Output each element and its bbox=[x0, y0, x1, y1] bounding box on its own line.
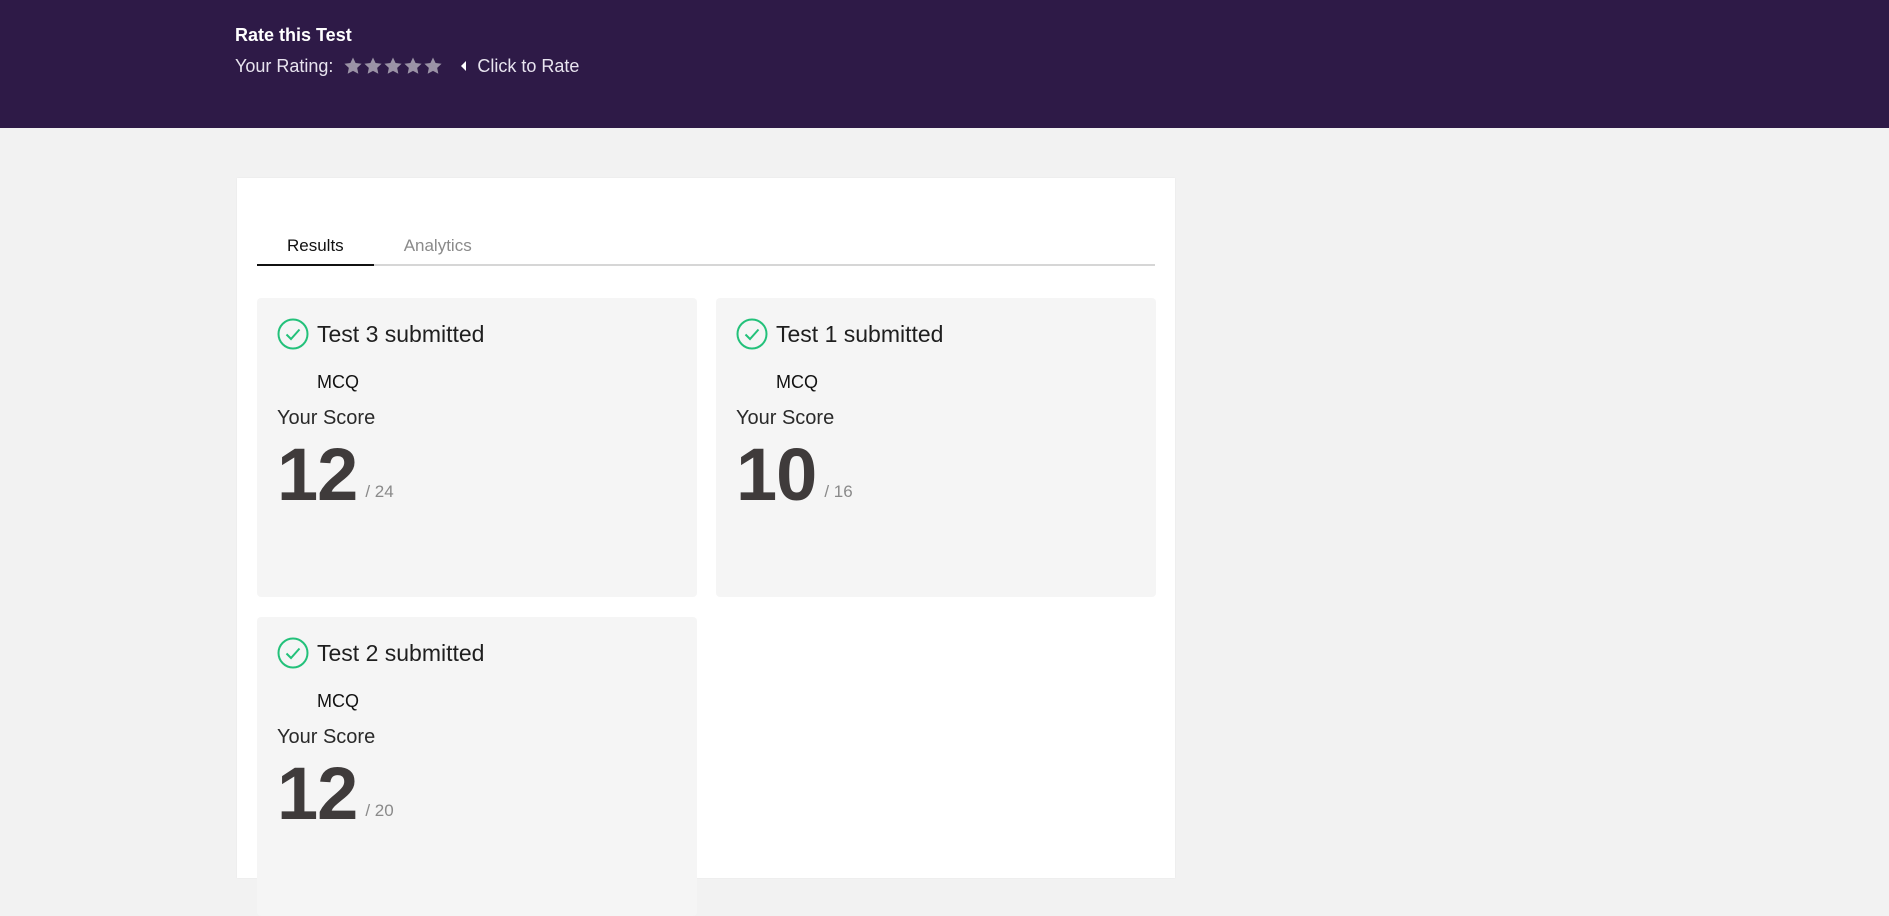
score-total: / 24 bbox=[365, 482, 394, 501]
check-circle-icon bbox=[277, 318, 309, 350]
result-type: MCQ bbox=[317, 372, 359, 392]
score-label: Your Score bbox=[277, 726, 376, 748]
result-card: Test 3 submitted MCQ Your Score 12 / 24 bbox=[257, 298, 697, 597]
score-total: / 16 bbox=[824, 482, 853, 501]
result-title: Test 1 submitted bbox=[776, 320, 944, 347]
result-title: Test 2 submitted bbox=[317, 639, 485, 666]
rating-row: Your Rating: Click to Rate bbox=[235, 55, 579, 77]
tab-results[interactable]: Results bbox=[257, 234, 374, 266]
tab-bar: Results Analytics bbox=[257, 234, 1155, 266]
result-header: Test 3 submitted bbox=[277, 318, 484, 350]
star-icon[interactable] bbox=[383, 56, 403, 76]
rating-header: Rate this Test Your Rating: Click to Rat… bbox=[0, 0, 1889, 128]
tab-analytics[interactable]: Analytics bbox=[374, 234, 502, 266]
click-to-rate-label: Click to Rate bbox=[477, 55, 580, 76]
result-type: MCQ bbox=[317, 691, 359, 711]
result-title: Test 3 submitted bbox=[317, 320, 485, 347]
click-to-rate[interactable]: Click to Rate bbox=[459, 56, 579, 77]
star-icon[interactable] bbox=[403, 56, 423, 76]
result-type: MCQ bbox=[776, 372, 818, 392]
star-icon[interactable] bbox=[343, 56, 363, 76]
score-label: Your Score bbox=[277, 407, 376, 429]
rating-label: Your Rating: bbox=[235, 55, 334, 76]
star-icon[interactable] bbox=[423, 56, 443, 76]
check-circle-icon bbox=[277, 637, 309, 669]
result-card: Test 2 submitted MCQ Your Score 12 / 20 bbox=[257, 617, 697, 916]
result-card: Test 1 submitted MCQ Your Score 10 / 16 bbox=[716, 298, 1156, 597]
score-value: 12 bbox=[277, 752, 358, 835]
star-icon[interactable] bbox=[363, 56, 383, 76]
results-card: Results Analytics Test 3 submitted MCQ Y… bbox=[237, 178, 1175, 916]
score-row: 12 / 20 bbox=[277, 755, 394, 833]
star-rating[interactable] bbox=[343, 56, 443, 76]
score-total: / 20 bbox=[365, 801, 394, 820]
result-header: Test 1 submitted bbox=[736, 318, 943, 350]
check-circle-icon bbox=[736, 318, 768, 350]
result-header: Test 2 submitted bbox=[277, 637, 484, 669]
score-value: 10 bbox=[736, 433, 817, 516]
rate-title: Rate this Test bbox=[235, 25, 352, 45]
caret-left-icon bbox=[459, 60, 469, 72]
score-value: 12 bbox=[277, 433, 358, 516]
score-label: Your Score bbox=[736, 407, 835, 429]
score-row: 10 / 16 bbox=[736, 436, 853, 514]
score-row: 12 / 24 bbox=[277, 436, 394, 514]
